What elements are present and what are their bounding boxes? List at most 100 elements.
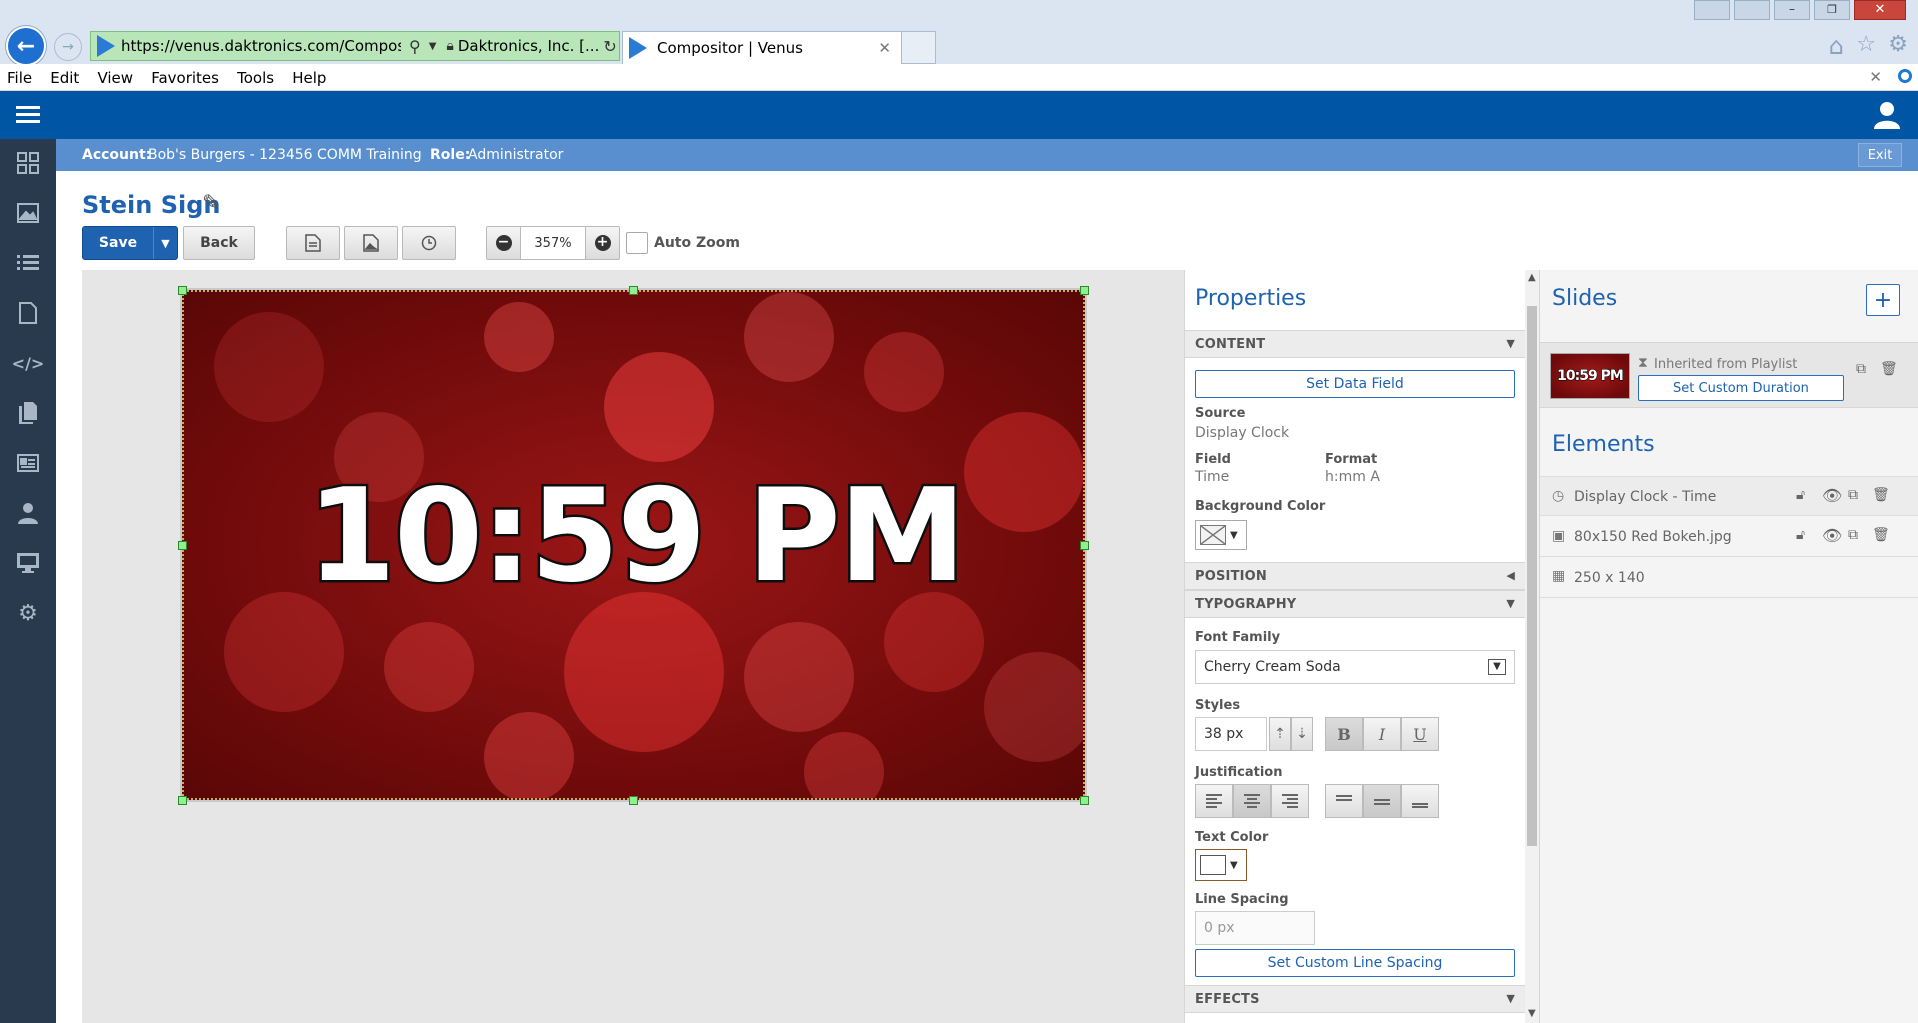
effects-section-header[interactable]: EFFECTS ▼	[1185, 985, 1525, 1013]
resize-handle-e[interactable]	[1080, 541, 1089, 550]
valign-top-icon[interactable]	[1325, 784, 1363, 818]
refresh-icon[interactable]: ↻	[603, 37, 616, 56]
minimize-button[interactable]: –	[1774, 0, 1810, 20]
add-image-button[interactable]	[344, 226, 398, 260]
text-color-picker[interactable]: ▼	[1195, 849, 1247, 881]
scroll-down-icon[interactable]: ▼	[1528, 1008, 1536, 1019]
align-right-icon[interactable]	[1271, 784, 1309, 818]
restore-button[interactable]: ❐	[1814, 0, 1850, 20]
forward-arrow-icon[interactable]: →	[54, 33, 82, 61]
display-card-icon[interactable]	[14, 449, 42, 477]
back-button[interactable]: Back	[183, 226, 255, 260]
font-family-select[interactable]: Cherry Cream Soda ▼	[1195, 650, 1515, 684]
new-tab-button[interactable]	[902, 31, 936, 64]
exit-button[interactable]: Exit	[1858, 143, 1902, 167]
tab-view-button[interactable]	[1734, 0, 1770, 20]
add-clock-button[interactable]	[402, 226, 456, 260]
zoom-in-icon[interactable]: +	[585, 227, 619, 259]
background-color-picker[interactable]: ▼	[1195, 520, 1247, 550]
element-row[interactable]: ◷ Display Clock - Time 🔓︎ 👁︎ ⧉ 🗑︎	[1540, 476, 1918, 516]
resize-handle-n[interactable]	[629, 286, 638, 295]
delete-element-icon[interactable]: 🗑︎	[1872, 487, 1890, 503]
typography-section-header[interactable]: TYPOGRAPHY ▼	[1185, 590, 1525, 618]
delete-slide-icon[interactable]: 🗑︎	[1880, 361, 1898, 377]
font-size-input[interactable]: 38 px	[1195, 717, 1267, 751]
unlock-icon[interactable]: 🔓︎	[1796, 487, 1805, 503]
position-section-header[interactable]: POSITION ◀	[1185, 562, 1525, 590]
home-icon[interactable]: ⌂	[1829, 32, 1844, 60]
settings-gear-icon[interactable]: ⚙	[1888, 32, 1908, 57]
resize-handle-ne[interactable]	[1080, 286, 1089, 295]
set-custom-duration-button[interactable]: Set Custom Duration	[1638, 375, 1844, 401]
menu-edit[interactable]: Edit	[43, 64, 86, 87]
monitor-icon[interactable]	[14, 549, 42, 577]
save-button[interactable]: Save	[83, 227, 153, 259]
playlist-list-icon[interactable]	[14, 249, 42, 277]
slide-thumbnail[interactable]: 10:59 PM	[1550, 353, 1630, 399]
save-dropdown-icon[interactable]: ▼	[153, 227, 177, 259]
set-data-field-button[interactable]: Set Data Field	[1195, 370, 1515, 398]
underline-button[interactable]: U	[1401, 717, 1439, 751]
clock-text[interactable]: 10:59 PM	[184, 460, 1083, 614]
site-identity[interactable]: Daktronics, Inc. [...	[458, 37, 599, 55]
info-icon[interactable]	[1898, 69, 1912, 83]
close-menu-icon[interactable]: ✕	[1869, 68, 1882, 86]
page-properties-button[interactable]	[286, 226, 340, 260]
menu-view[interactable]: View	[90, 64, 140, 87]
element-row[interactable]: ▣ 80x150 Red Bokeh.jpg 🔓︎ 👁︎ ⧉ 🗑︎	[1540, 517, 1918, 557]
menu-tools[interactable]: Tools	[230, 64, 281, 87]
slide-item[interactable]: 10:59 PM ⧗ Inherited from Playlist Set C…	[1540, 342, 1918, 408]
resize-handle-se[interactable]	[1080, 796, 1089, 805]
auto-zoom-checkbox[interactable]	[626, 232, 648, 254]
favorites-star-icon[interactable]: ☆	[1856, 32, 1876, 57]
duplicate-element-icon[interactable]: ⧉	[1848, 527, 1858, 543]
files-icon[interactable]	[14, 399, 42, 427]
resize-handle-s[interactable]	[629, 796, 638, 805]
document-icon[interactable]	[14, 299, 42, 327]
scrollbar-thumb[interactable]	[1527, 306, 1537, 846]
align-center-icon[interactable]	[1233, 784, 1271, 818]
add-slide-button[interactable]: +	[1866, 284, 1900, 316]
duplicate-element-icon[interactable]: ⧉	[1848, 487, 1858, 503]
set-custom-line-spacing-button[interactable]: Set Custom Line Spacing	[1195, 949, 1515, 977]
menu-help[interactable]: Help	[285, 64, 333, 87]
split-view-button[interactable]	[1694, 0, 1730, 20]
decrease-size-icon[interactable]: ⇣	[1291, 717, 1313, 751]
user-profile-icon[interactable]	[1874, 101, 1900, 133]
edit-pencil-icon[interactable]: ✎	[202, 191, 220, 216]
visibility-eye-icon[interactable]: 👁︎	[1822, 526, 1842, 545]
menu-favorites[interactable]: Favorites	[144, 64, 226, 87]
resize-handle-w[interactable]	[178, 541, 187, 550]
zoom-out-icon[interactable]: −	[487, 227, 521, 259]
valign-bottom-icon[interactable]	[1401, 784, 1439, 818]
align-left-icon[interactable]	[1195, 784, 1233, 818]
italic-button[interactable]: I	[1363, 717, 1401, 751]
hamburger-menu-button[interactable]	[0, 91, 56, 139]
element-row[interactable]: ▦ 250 x 140	[1540, 558, 1918, 598]
browser-tab[interactable]: Compositor | Venus ✕	[622, 31, 902, 64]
code-icon[interactable]: </>	[12, 349, 45, 377]
delete-element-icon[interactable]: 🗑︎	[1872, 527, 1890, 543]
visibility-eye-icon[interactable]: 👁︎	[1822, 486, 1842, 505]
unlock-icon[interactable]: 🔓︎	[1796, 527, 1805, 543]
menu-file[interactable]: File	[0, 64, 39, 87]
settings-icon[interactable]: ⚙	[14, 599, 42, 627]
resize-handle-sw[interactable]	[178, 796, 187, 805]
resize-handle-nw[interactable]	[178, 286, 187, 295]
valign-middle-icon[interactable]	[1363, 784, 1401, 818]
dashboard-grid-icon[interactable]	[14, 149, 42, 177]
increase-size-icon[interactable]: ⇡	[1269, 717, 1291, 751]
duplicate-slide-icon[interactable]: ⧉	[1856, 361, 1866, 377]
back-arrow-icon[interactable]: ←	[6, 26, 46, 66]
slide-canvas[interactable]: 10:59 PM	[180, 288, 1087, 802]
search-icon[interactable]: ⚲	[409, 37, 421, 56]
zoom-value[interactable]: 357%	[521, 227, 585, 259]
url-text[interactable]: https://venus.daktronics.com/Compositc	[121, 37, 401, 55]
line-spacing-input[interactable]: 0 px	[1195, 911, 1315, 945]
close-tab-icon[interactable]: ✕	[878, 39, 891, 57]
dropdown-arrow-icon[interactable]: ▼	[429, 41, 437, 52]
scroll-up-icon[interactable]: ▲	[1528, 272, 1536, 283]
address-bar[interactable]: https://venus.daktronics.com/Compositc ⚲…	[90, 31, 620, 61]
content-section-header[interactable]: CONTENT ▼	[1185, 330, 1525, 358]
close-window-button[interactable]: ✕	[1854, 0, 1906, 20]
